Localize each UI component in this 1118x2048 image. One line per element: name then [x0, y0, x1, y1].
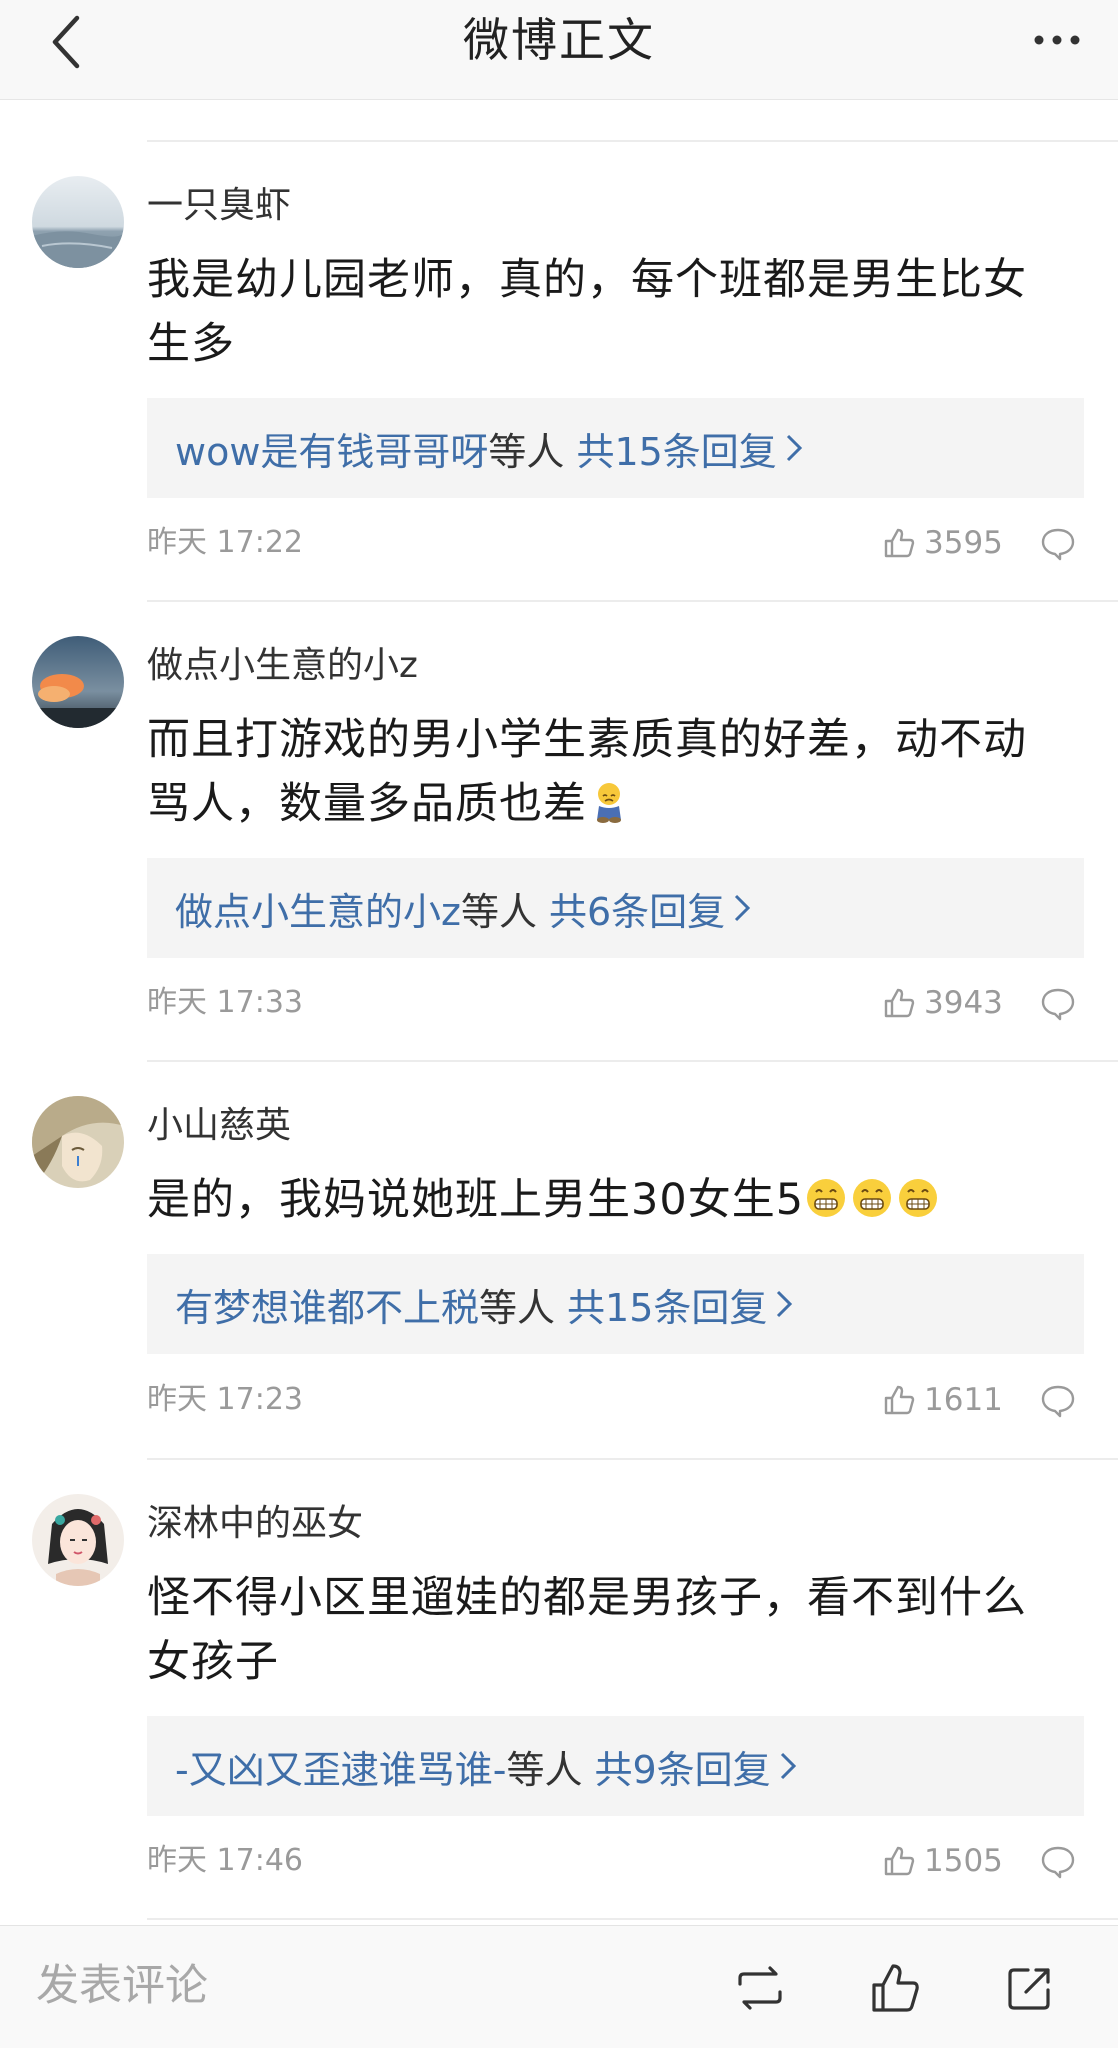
comment-text-line: 骂人，数量多品质也差	[147, 779, 587, 829]
comment-bubble-icon	[1041, 1846, 1075, 1879]
grin-emoji	[853, 1179, 892, 1217]
chevron-right-icon	[779, 1751, 797, 1781]
repost-icon	[738, 1966, 782, 2010]
page-title: 微博正文	[463, 13, 655, 67]
like-button[interactable]: 3943	[882, 981, 1003, 1025]
chevron-right-icon	[733, 893, 751, 923]
like-button[interactable]: 1505	[882, 1839, 1003, 1883]
reply-button[interactable]	[1038, 1842, 1078, 1882]
comment-content: 是的，我妈说她班上男生30女生5	[147, 1168, 1067, 1232]
reply-button[interactable]	[1038, 524, 1078, 564]
reply-suffix: 等人	[460, 889, 537, 934]
avatar[interactable]	[32, 636, 124, 728]
comment-time: 昨天 17:23	[147, 1382, 303, 1417]
comment-text-line: 而且打游戏的男小学生素质真的好差，动不动	[147, 715, 1027, 765]
comment-username[interactable]: 一只臭虾	[147, 184, 291, 228]
comment-text-line-wrap: 是的，我妈说她班上男生30女生5	[147, 1168, 1067, 1232]
comment-time: 昨天 17:33	[147, 985, 303, 1020]
like-post-button[interactable]	[866, 1960, 926, 2016]
comment-content: 而且打游戏的男小学生素质真的好差，动不动 骂人，数量多品质也差	[147, 708, 1067, 836]
comment-time: 昨天 17:46	[147, 1843, 303, 1878]
comment-text-line-wrap: 骂人，数量多品质也差	[147, 772, 1067, 836]
share-button[interactable]	[1000, 1960, 1060, 2016]
reply-summary[interactable]: wow是有钱哥哥呀 等人 共15条回复	[147, 398, 1084, 498]
top-nav-bar: 微博正文	[0, 0, 1118, 100]
more-dots-icon	[1034, 35, 1080, 45]
bottom-action-bar: 发表评论	[0, 1925, 1118, 2048]
reply-suffix: 等人	[479, 1285, 556, 1330]
comment-content: 怪不得小区里遛娃的都是男孩子，看不到什么 女孩子	[147, 1566, 1067, 1694]
comment-bubble-icon	[1041, 1385, 1075, 1418]
like-count: 3943	[924, 985, 1003, 1021]
comment-username[interactable]: 做点小生意的小z	[147, 644, 418, 688]
reply-suffix: 等人	[488, 429, 565, 474]
avatar[interactable]	[32, 1096, 124, 1188]
divider	[147, 140, 1118, 142]
comment-text-line: 我是幼儿园老师，真的，每个班都是男生比女	[147, 255, 1027, 305]
comment-username[interactable]: 深林中的巫女	[147, 1502, 363, 1546]
reply-summary[interactable]: -又凶又歪逮谁骂谁- 等人 共9条回复	[147, 1716, 1084, 1816]
reply-total-link[interactable]: 共15条回复	[567, 1277, 767, 1332]
reply-user-link[interactable]: -又凶又歪逮谁骂谁-	[175, 1739, 506, 1794]
like-count: 1611	[924, 1382, 1003, 1418]
like-count: 3595	[924, 525, 1003, 561]
reply-user-link[interactable]: wow是有钱哥哥呀	[175, 421, 488, 476]
sad-emoji	[597, 783, 621, 823]
like-button[interactable]: 3595	[882, 521, 1003, 565]
reply-user-link[interactable]: 做点小生意的小z	[175, 881, 461, 936]
comment-bubble-icon	[1041, 528, 1075, 561]
like-count: 1505	[924, 1843, 1003, 1879]
thumbs-up-icon	[884, 1385, 915, 1415]
thumbs-up-icon	[884, 988, 915, 1018]
grin-emoji	[899, 1179, 938, 1217]
repost-button[interactable]	[730, 1960, 790, 2016]
reply-summary[interactable]: 有梦想谁都不上税 等人 共15条回复	[147, 1254, 1084, 1354]
comment-text-line: 女孩子	[147, 1637, 279, 1687]
comment-username[interactable]: 小山慈英	[147, 1104, 291, 1148]
reply-suffix: 等人	[506, 1747, 583, 1792]
avatar[interactable]	[32, 1494, 124, 1586]
comment-list[interactable]: 一只臭虾 我是幼儿园老师，真的，每个班都是男生比女 生多 wow是有钱哥哥呀 等…	[0, 100, 1118, 1925]
comment-input[interactable]: 发表评论	[36, 1956, 208, 2016]
reply-user-link[interactable]: 有梦想谁都不上税	[175, 1277, 479, 1332]
divider	[147, 600, 1118, 602]
comment-content: 我是幼儿园老师，真的，每个班都是男生比女 生多	[147, 248, 1067, 376]
comment-text-line: 生多	[147, 319, 235, 369]
comment-text-line: 怪不得小区里遛娃的都是男孩子，看不到什么	[147, 1573, 1027, 1623]
chevron-right-icon	[785, 433, 803, 463]
comment-text-line: 是的，我妈说她班上男生30女生5	[147, 1175, 805, 1225]
divider	[147, 1060, 1118, 1062]
chevron-right-icon	[775, 1289, 793, 1319]
grin-emoji	[807, 1179, 846, 1217]
reply-button[interactable]	[1038, 984, 1078, 1024]
divider	[147, 1918, 1118, 1920]
reply-button[interactable]	[1038, 1381, 1078, 1421]
more-button[interactable]	[1022, 20, 1092, 60]
like-button[interactable]: 1611	[882, 1378, 1003, 1422]
reply-summary[interactable]: 做点小生意的小z 等人 共6条回复	[147, 858, 1084, 958]
thumbs-up-icon	[872, 1964, 919, 2012]
reply-total-link[interactable]: 共9条回复	[594, 1739, 770, 1794]
thumbs-up-icon	[884, 1846, 915, 1876]
comment-bubble-icon	[1041, 988, 1075, 1021]
reply-total-link[interactable]: 共6条回复	[549, 881, 725, 936]
avatar[interactable]	[32, 176, 124, 268]
share-icon	[1008, 1968, 1050, 2010]
reply-total-link[interactable]: 共15条回复	[576, 421, 776, 476]
comment-time: 昨天 17:22	[147, 525, 303, 560]
thumbs-up-icon	[884, 528, 915, 558]
divider	[147, 1458, 1118, 1460]
